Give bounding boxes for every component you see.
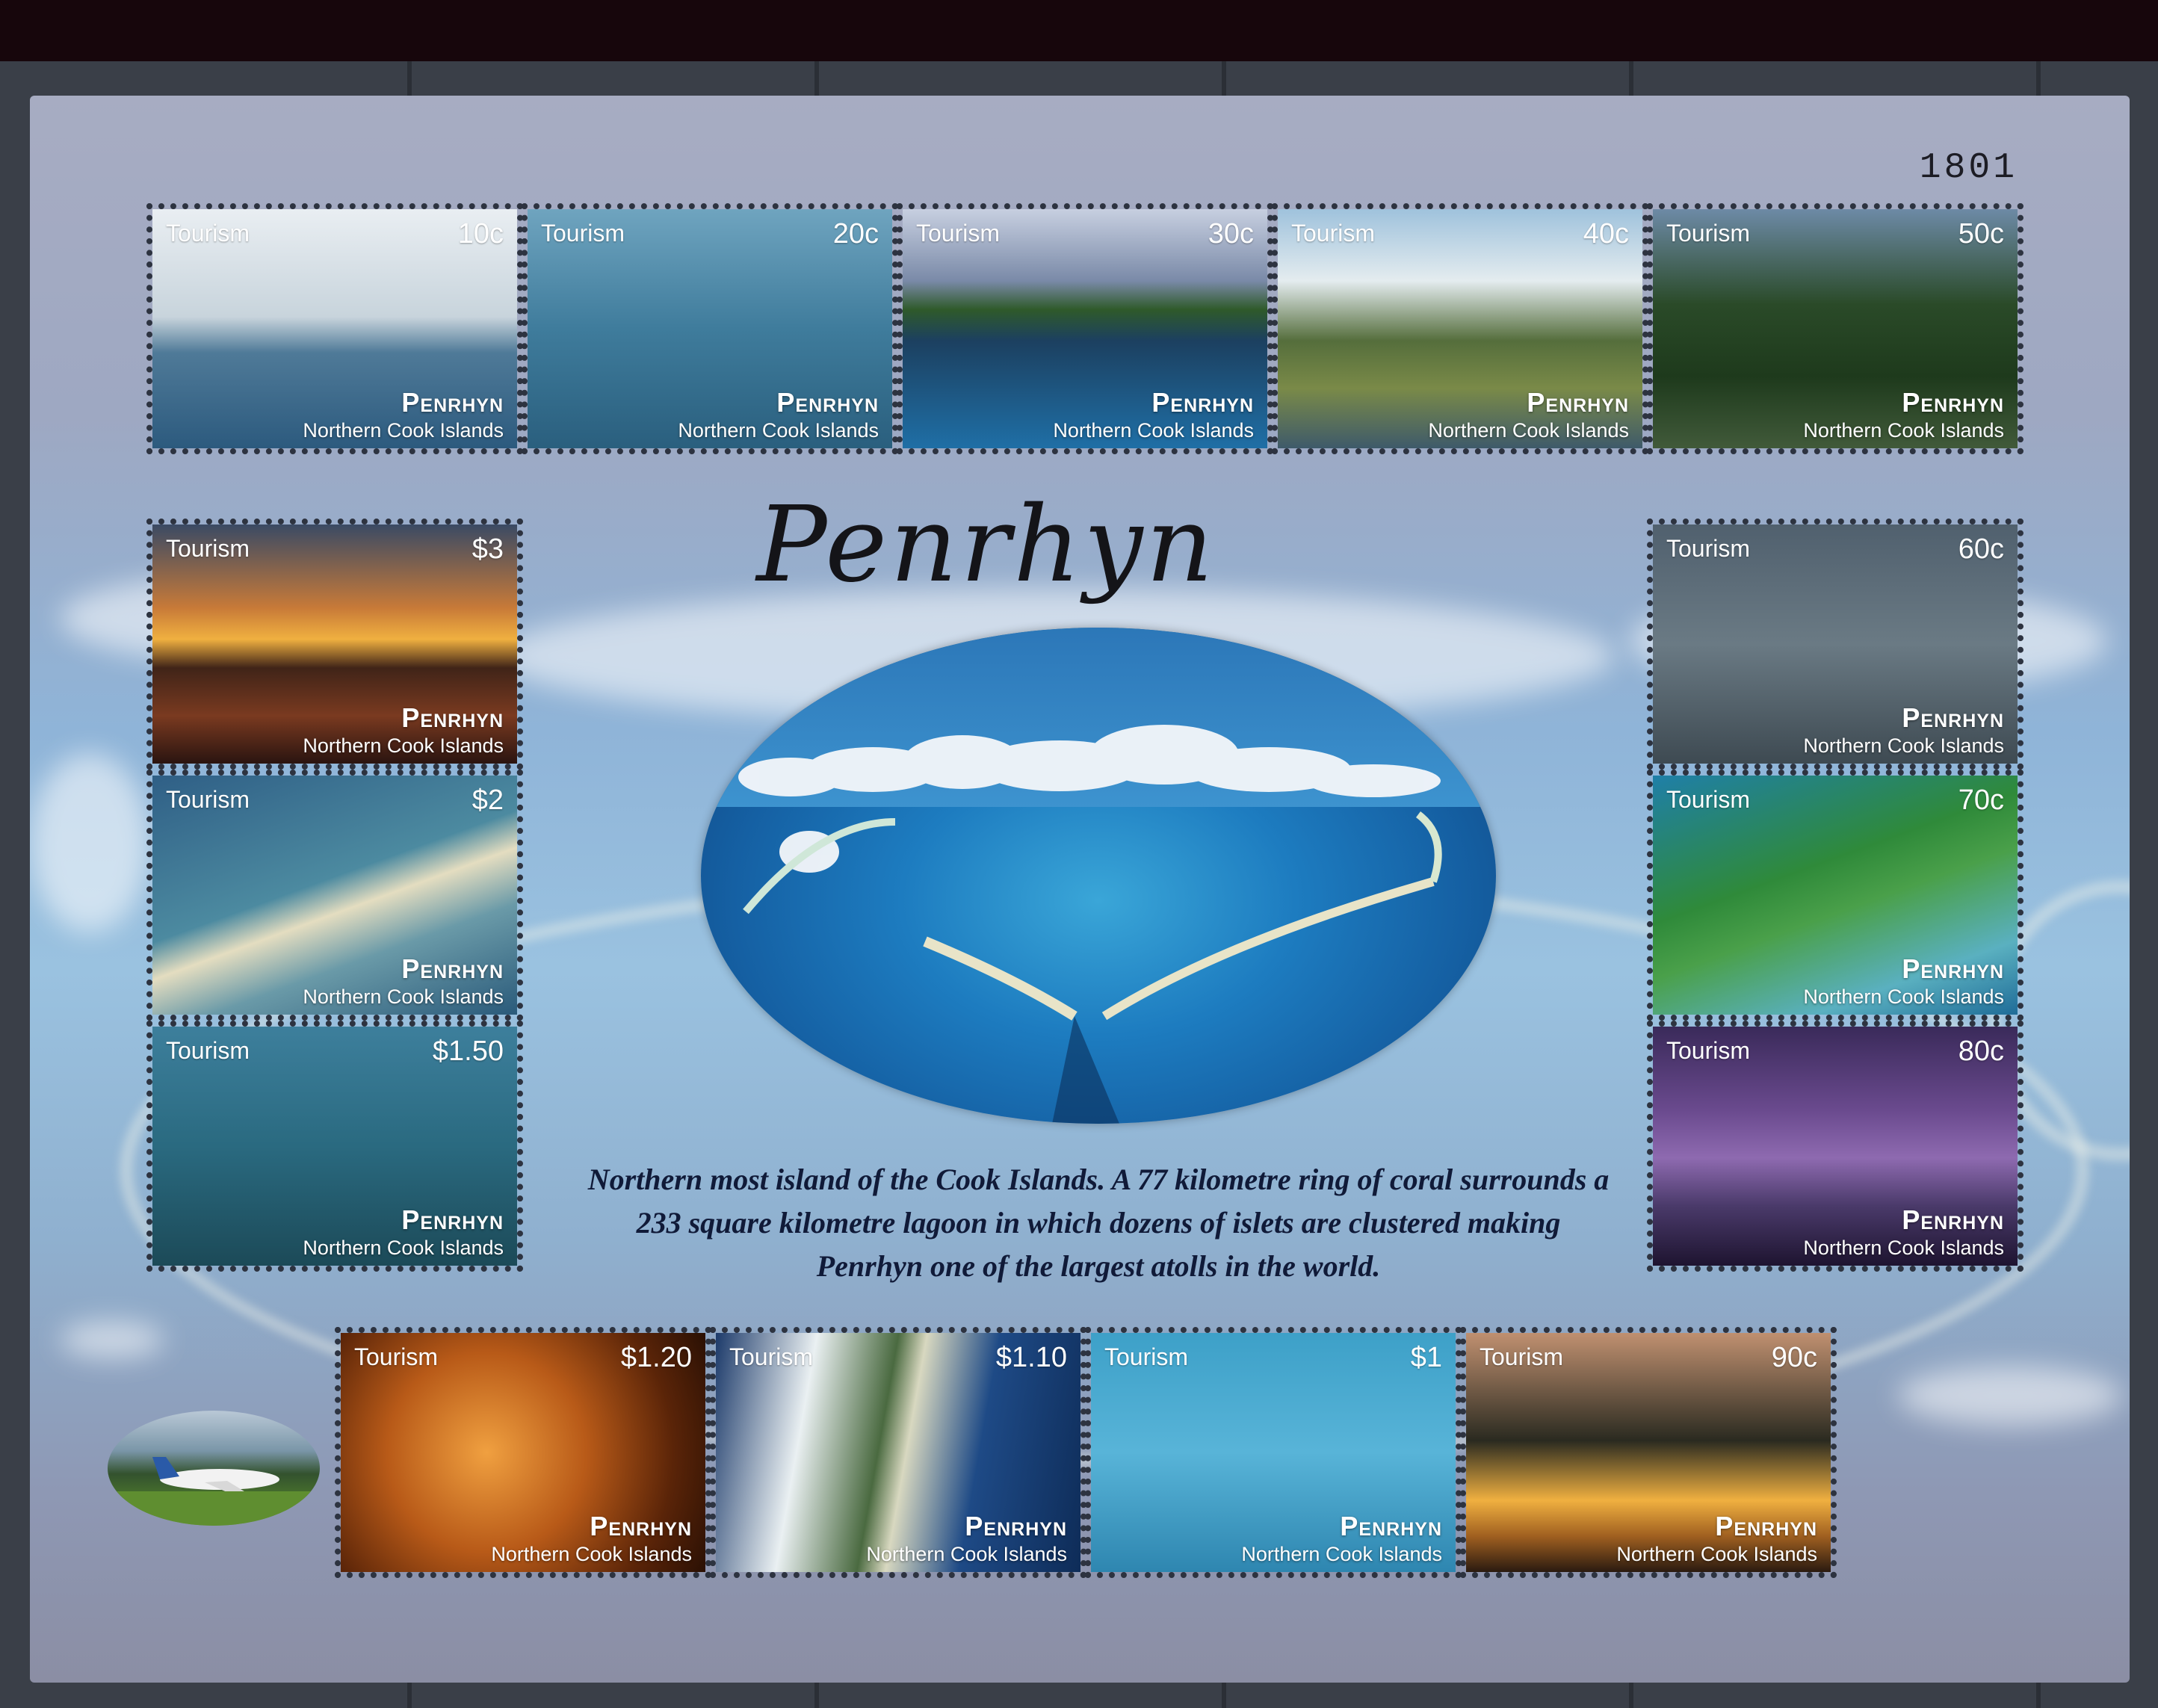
stamp-island-name: Penrhyn <box>1902 1204 2004 1235</box>
stamp-denomination: $1.20 <box>620 1342 692 1373</box>
stamp-denomination: 80c <box>1958 1036 2004 1067</box>
stamp-denomination: 30c <box>1208 218 1254 250</box>
stamp-13: Tourism $1.10 Penrhyn Northern Cook Islands <box>710 1327 1086 1578</box>
stamp-caption: Tourism <box>166 220 250 247</box>
stamp-caption: Tourism <box>166 786 250 813</box>
stamp-4: Tourism 40c Penrhyn Northern Cook Islands <box>1272 203 1648 454</box>
stamp-subtitle: Northern Cook Islands <box>303 985 504 1008</box>
stamp-island-name: Penrhyn <box>401 1204 504 1235</box>
stamp-island-name: Penrhyn <box>590 1511 692 1541</box>
stamp-subtitle: Northern Cook Islands <box>303 419 504 442</box>
sheet-title: Penrhyn <box>756 484 1216 606</box>
stamp-denomination: $1.50 <box>432 1036 504 1067</box>
stamp-denomination: $2 <box>472 785 504 816</box>
stamp-caption: Tourism <box>1480 1343 1564 1370</box>
stamp-island-name: Penrhyn <box>401 953 504 984</box>
stamp-island-name: Penrhyn <box>401 387 504 418</box>
stamp-island-name: Penrhyn <box>1151 387 1254 418</box>
sheet-description: Northern most island of the Cook Islands… <box>587 1163 1610 1283</box>
stamp-3: Tourism 30c Penrhyn Northern Cook Islands <box>897 203 1273 454</box>
stamp-denomination: 70c <box>1958 785 2004 816</box>
stamp-5: Tourism 50c Penrhyn Northern Cook Islands <box>1647 203 2023 454</box>
stamp-2: Tourism 20c Penrhyn Northern Cook Islands <box>522 203 898 454</box>
stamp-subtitle: Northern Cook Islands <box>1803 419 2004 442</box>
stamp-9: Tourism 60c Penrhyn Northern Cook Islands <box>1647 519 2023 770</box>
sheet-serial-number: 1801 <box>1919 148 2018 188</box>
stamp-caption: Tourism <box>1104 1343 1189 1370</box>
stamp-caption: Tourism <box>1666 1037 1751 1064</box>
stamp-subtitle: Northern Cook Islands <box>1053 419 1254 442</box>
stamp-denomination: $3 <box>472 533 504 565</box>
stamp-denomination: $1.10 <box>995 1342 1067 1373</box>
stamp-6: Tourism $3 Penrhyn Northern Cook Islands <box>146 519 523 770</box>
stamp-7: Tourism $2 Penrhyn Northern Cook Islands <box>146 770 523 1021</box>
stamp-10: Tourism 70c Penrhyn Northern Cook Islands <box>1647 770 2023 1021</box>
stamp-island-name: Penrhyn <box>1902 953 2004 984</box>
stamp-caption: Tourism <box>354 1343 439 1370</box>
stamp-1: Tourism 10c Penrhyn Northern Cook Islands <box>146 203 523 454</box>
stamp-subtitle: Northern Cook Islands <box>1428 419 1629 442</box>
stamp-denomination: 50c <box>1958 218 2004 250</box>
stamp-subtitle: Northern Cook Islands <box>678 419 879 442</box>
stamp-14: Tourism $1 Penrhyn Northern Cook Islands <box>1085 1327 1462 1578</box>
stamp-8: Tourism $1.50 Penrhyn Northern Cook Islands <box>146 1021 523 1272</box>
stamp-denomination: 40c <box>1583 218 1629 250</box>
stamp-caption: Tourism <box>1666 220 1751 247</box>
stamp-caption: Tourism <box>1291 220 1376 247</box>
stamp-island-name: Penrhyn <box>401 702 504 733</box>
stamp-subtitle: Northern Cook Islands <box>491 1543 692 1565</box>
stamp-denomination: 90c <box>1771 1342 1817 1373</box>
atoll-aerial-photo <box>701 628 1496 1124</box>
stamp-subtitle: Northern Cook Islands <box>1241 1543 1442 1565</box>
stamp-caption: Tourism <box>1666 535 1751 562</box>
stamp-caption: Tourism <box>541 220 625 247</box>
stamp-subtitle: Northern Cook Islands <box>866 1543 1067 1565</box>
stamp-12: Tourism $1.20 Penrhyn Northern Cook Islands <box>335 1327 711 1578</box>
stamp-denomination: 60c <box>1958 533 2004 565</box>
airplane-vignette <box>108 1411 320 1526</box>
stamp-caption: Tourism <box>729 1343 814 1370</box>
stamp-denomination: 10c <box>457 218 504 250</box>
stamp-island-name: Penrhyn <box>1902 702 2004 733</box>
stamp-caption: Tourism <box>166 1037 250 1064</box>
stamp-denomination: $1 <box>1410 1342 1442 1373</box>
stamp-island-name: Penrhyn <box>1340 1511 1442 1541</box>
stamp-subtitle: Northern Cook Islands <box>1616 1543 1817 1565</box>
stamp-island-name: Penrhyn <box>1527 387 1629 418</box>
top-dark-bar <box>0 0 2158 61</box>
stamp-caption: Tourism <box>166 535 250 562</box>
stamp-island-name: Penrhyn <box>965 1511 1067 1541</box>
stamp-subtitle: Northern Cook Islands <box>1803 734 2004 757</box>
stamp-subtitle: Northern Cook Islands <box>1803 1237 2004 1259</box>
stamp-subtitle: Northern Cook Islands <box>1803 985 2004 1008</box>
stamp-caption: Tourism <box>1666 786 1751 813</box>
stamp-caption: Tourism <box>916 220 1001 247</box>
stamp-subtitle: Northern Cook Islands <box>303 734 504 757</box>
stamp-15: Tourism 90c Penrhyn Northern Cook Islands <box>1460 1327 1837 1578</box>
stamp-island-name: Penrhyn <box>776 387 879 418</box>
stamp-11: Tourism 80c Penrhyn Northern Cook Islands <box>1647 1021 2023 1272</box>
stamp-subtitle: Northern Cook Islands <box>303 1237 504 1259</box>
stamp-denomination: 20c <box>832 218 879 250</box>
stamp-island-name: Penrhyn <box>1902 387 2004 418</box>
stamp-island-name: Penrhyn <box>1715 1511 1817 1541</box>
